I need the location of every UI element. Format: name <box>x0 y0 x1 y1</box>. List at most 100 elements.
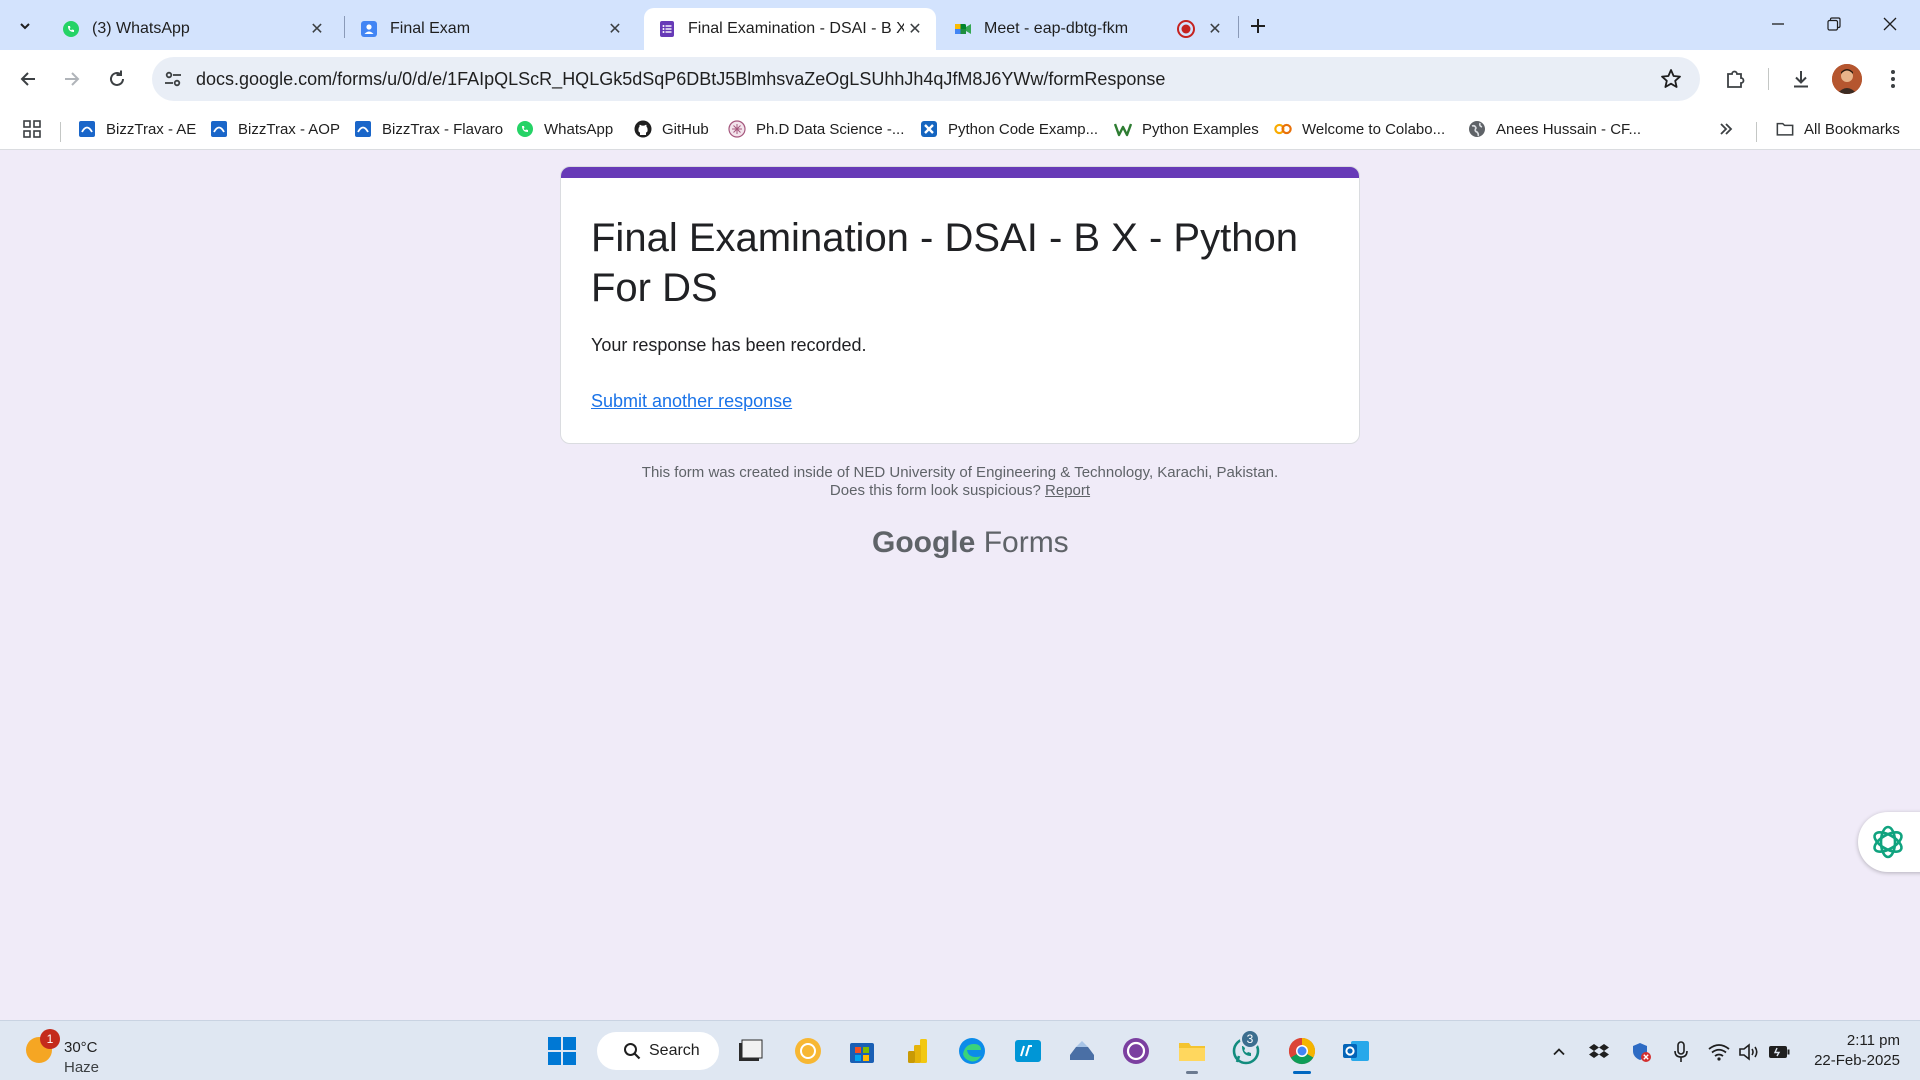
clock-date: 22-Feb-2025 <box>1814 1052 1900 1069</box>
dropbox-tray-icon[interactable] <box>1588 1041 1610 1063</box>
myhp-icon <box>1015 1040 1041 1062</box>
weather-alert-badge: 1 <box>40 1029 60 1049</box>
tab-search-button[interactable] <box>12 13 38 39</box>
taskbar-github-desktop[interactable] <box>1120 1035 1152 1067</box>
bookmark-whatsapp[interactable]: WhatsApp <box>516 117 613 141</box>
bookmark-phd-data-science[interactable]: Ph.D Data Science -... <box>728 117 904 141</box>
bookmark-bizztrax-ae[interactable]: BizzTrax - AE <box>78 117 196 141</box>
browser-menu-button[interactable] <box>1878 64 1908 94</box>
extensions-button[interactable] <box>1720 64 1750 94</box>
report-link[interactable]: Report <box>1045 482 1090 499</box>
python-code-icon <box>920 120 938 138</box>
bookmark-github[interactable]: GitHub <box>634 117 709 141</box>
reload-icon <box>110 70 124 86</box>
tab-divider <box>344 16 345 38</box>
show-hidden-icons-button[interactable] <box>1548 1041 1570 1063</box>
taskbar-app-yellow[interactable] <box>792 1035 824 1067</box>
bookmark-label: Welcome to Colabo... <box>1302 120 1446 138</box>
toolbar-divider <box>1768 68 1769 90</box>
bookmark-label: BizzTrax - AE <box>106 120 197 138</box>
weather-condition: Haze <box>64 1059 100 1076</box>
windows-taskbar: 1 30°C Haze Search 3 2:11 pm 22-Feb-2025 <box>0 1020 1920 1080</box>
restore-icon <box>1827 17 1841 31</box>
bookmark-colab[interactable]: Welcome to Colabo... <box>1274 117 1445 141</box>
form-title: Final Examination - DSAI - B X - Python … <box>591 216 1298 310</box>
close-tab-icon[interactable]: ✕ <box>1204 18 1226 40</box>
site-info-icon[interactable] <box>162 68 184 90</box>
bookmark-label: Anees Hussain - CF... <box>1496 120 1642 138</box>
bookmark-bizztrax-flavaro[interactable]: BizzTrax - Flavaro <box>354 117 503 141</box>
downloads-button[interactable] <box>1786 64 1816 94</box>
submit-another-response-link[interactable]: Submit another response <box>591 391 792 412</box>
tab-final-examination-active[interactable]: Final Examination - DSAI - B X - ✕ <box>644 8 936 50</box>
plus-icon <box>1251 19 1265 33</box>
battery-tray-icon[interactable] <box>1768 1041 1790 1063</box>
taskbar-clock[interactable]: 2:11 pm 22-Feb-2025 <box>1790 1031 1900 1071</box>
whatsapp-icon <box>516 120 534 138</box>
weather-widget[interactable]: 1 30°C Haze <box>22 1029 132 1076</box>
task-view-icon <box>739 1039 763 1061</box>
download-icon <box>1794 71 1808 88</box>
restore-button[interactable] <box>1808 6 1860 42</box>
security-tray-icon[interactable] <box>1630 1041 1652 1063</box>
all-bookmarks-button[interactable]: All Bookmarks <box>1776 117 1900 141</box>
ai-assistant-button[interactable] <box>1858 812 1920 872</box>
bookmark-python-code-examples[interactable]: Python Code Examp... <box>920 117 1098 141</box>
tab-whatsapp[interactable]: (3) WhatsApp ✕ <box>48 8 338 50</box>
start-button[interactable] <box>546 1035 578 1067</box>
bizztrax-icon <box>78 120 96 138</box>
close-icon <box>1883 17 1897 31</box>
bookmark-bizztrax-aop[interactable]: BizzTrax - AOP <box>210 117 340 141</box>
taskbar-microsoft-store[interactable] <box>846 1035 878 1067</box>
taskbar-app-tray[interactable] <box>1066 1035 1098 1067</box>
wifi-tray-icon[interactable] <box>1708 1041 1730 1063</box>
bookmark-star-icon[interactable] <box>1660 68 1682 90</box>
forward-button[interactable] <box>56 63 88 95</box>
taskbar-task-view[interactable] <box>734 1035 766 1067</box>
apps-button[interactable] <box>22 117 42 141</box>
inbox-tray-icon <box>1070 1041 1094 1060</box>
colab-icon <box>1274 120 1292 138</box>
taskbar-chrome[interactable] <box>1286 1035 1318 1067</box>
folder-icon <box>1776 120 1794 138</box>
taskbar-search[interactable]: Search <box>597 1032 719 1070</box>
github-desktop-icon <box>1123 1038 1149 1064</box>
profile-avatar[interactable] <box>1832 64 1862 94</box>
google-forms-person-icon <box>361 21 377 37</box>
microphone-tray-icon[interactable] <box>1670 1041 1692 1063</box>
back-button[interactable] <box>12 63 44 95</box>
tab-meet[interactable]: Meet - eap-dbtg-fkm ✕ <box>940 8 1236 50</box>
reload-button[interactable] <box>101 63 133 95</box>
close-tab-icon[interactable]: ✕ <box>306 18 328 40</box>
recording-icon <box>1177 20 1195 38</box>
running-indicator <box>1186 1071 1198 1074</box>
url-text[interactable]: docs.google.com/forms/u/0/d/e/1FAIpQLScR… <box>196 69 1165 90</box>
bookmark-python-examples[interactable]: Python Examples <box>1114 117 1259 141</box>
taskbar-file-explorer[interactable] <box>1176 1035 1208 1067</box>
close-tab-icon[interactable]: ✕ <box>604 18 626 40</box>
minimize-button[interactable] <box>1752 6 1804 42</box>
taskbar-power-bi[interactable] <box>902 1035 934 1067</box>
bookmark-anees-hussain[interactable]: Anees Hussain - CF... <box>1468 117 1641 141</box>
weather-temperature: 30°C <box>64 1039 98 1056</box>
arrow-left-icon <box>20 72 35 86</box>
tab-strip: (3) WhatsApp ✕ Final Exam ✕ Final Examin… <box>0 0 1920 50</box>
taskbar-outlook[interactable] <box>1340 1035 1372 1067</box>
bookmarks-overflow-button[interactable] <box>1718 117 1734 141</box>
openai-icon <box>1873 825 1903 859</box>
close-tab-icon[interactable]: ✕ <box>904 18 926 40</box>
minimize-icon <box>1772 23 1784 25</box>
volume-tray-icon[interactable] <box>1738 1041 1760 1063</box>
tab-title: Final Examination - DSAI - B X - <box>688 20 904 37</box>
running-indicator-active <box>1293 1071 1311 1074</box>
taskbar-edge[interactable] <box>956 1035 988 1067</box>
taskbar-myhp[interactable] <box>1012 1035 1044 1067</box>
address-bar[interactable]: docs.google.com/forms/u/0/d/e/1FAIpQLScR… <box>152 57 1700 101</box>
close-window-button[interactable] <box>1864 6 1916 42</box>
chevron-up-icon <box>1553 1048 1565 1056</box>
tab-final-exam[interactable]: Final Exam ✕ <box>346 8 636 50</box>
bookmark-label: Python Code Examp... <box>948 120 1099 138</box>
new-tab-button[interactable] <box>1244 12 1272 40</box>
outlook-icon <box>1343 1041 1369 1061</box>
store-icon <box>850 1043 874 1063</box>
